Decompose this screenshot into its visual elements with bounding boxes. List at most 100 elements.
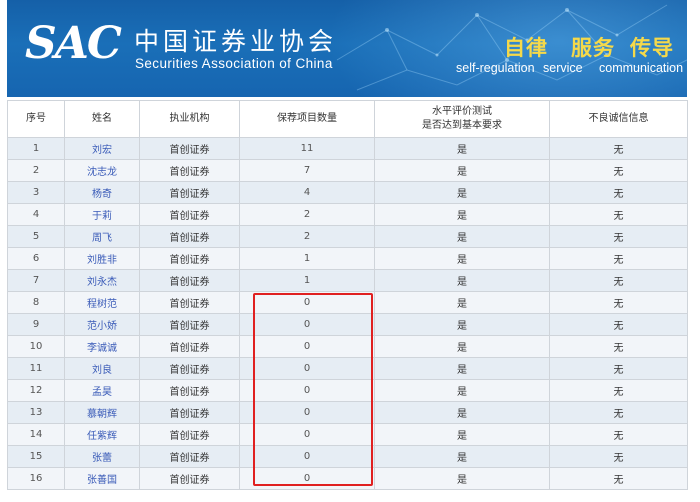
row-institution: 首创证券 bbox=[139, 379, 240, 402]
table-row: 13 慕朝辉 首创证券 0 是无 bbox=[7, 401, 688, 424]
row-level-test: 是 bbox=[374, 137, 550, 160]
row-sponsor-count: 0 bbox=[239, 379, 375, 402]
row-sponsor-count: 0 bbox=[239, 335, 375, 358]
row-level-test: 是 bbox=[374, 269, 550, 292]
row-name-link[interactable]: 杨奇 bbox=[64, 181, 140, 204]
row-name-link[interactable]: 沈志龙 bbox=[64, 159, 140, 182]
row-name-link[interactable]: 程树范 bbox=[64, 291, 140, 314]
slogan-communication-en: communication bbox=[599, 61, 684, 75]
row-index: 13 bbox=[7, 401, 65, 424]
table-row: 9 范小娇 首创证券 0 是无 bbox=[7, 313, 688, 336]
row-integrity: 无 bbox=[549, 137, 688, 160]
row-name-link[interactable]: 张蕾 bbox=[64, 445, 140, 468]
row-index: 2 bbox=[7, 159, 65, 182]
table-row: 14 任紫辉 首创证券 0 是无 bbox=[7, 423, 688, 446]
row-name-link[interactable]: 张善国 bbox=[64, 467, 140, 490]
table-header-row: 序号 姓名 执业机构 保荐项目数量 水平评价测试 是否达到基本要求 不良诚信信息 bbox=[7, 100, 688, 138]
table-row: 12 孟昊 首创证券 0 是无 bbox=[7, 379, 688, 402]
row-name-link[interactable]: 刘宏 bbox=[64, 137, 140, 160]
sponsor-table: 序号 姓名 执业机构 保荐项目数量 水平评价测试 是否达到基本要求 不良诚信信息… bbox=[7, 100, 688, 490]
row-index: 16 bbox=[7, 467, 65, 490]
row-index: 3 bbox=[7, 181, 65, 204]
row-integrity: 无 bbox=[549, 181, 688, 204]
row-institution: 首创证券 bbox=[139, 357, 240, 380]
header-institution: 执业机构 bbox=[139, 100, 240, 138]
row-institution: 首创证券 bbox=[139, 159, 240, 182]
table-row: 16 张善国 首创证券 0 是无 bbox=[7, 467, 688, 490]
row-level-test: 是 bbox=[374, 247, 550, 270]
row-sponsor-count: 0 bbox=[239, 357, 375, 380]
row-name-link[interactable]: 李诚诚 bbox=[64, 335, 140, 358]
row-index: 4 bbox=[7, 203, 65, 226]
row-name-link[interactable]: 孟昊 bbox=[64, 379, 140, 402]
row-institution: 首创证券 bbox=[139, 401, 240, 424]
row-sponsor-count: 1 bbox=[239, 269, 375, 292]
row-name-link[interactable]: 任紫辉 bbox=[64, 423, 140, 446]
header-sponsor-count: 保荐项目数量 bbox=[239, 100, 375, 138]
table-row: 15 张蕾 首创证券 0 是无 bbox=[7, 445, 688, 468]
row-integrity: 无 bbox=[549, 379, 688, 402]
slogan-communication-cn: 传导 bbox=[630, 36, 674, 60]
table-row: 11 刘良 首创证券 0 是无 bbox=[7, 357, 688, 380]
row-integrity: 无 bbox=[549, 401, 688, 424]
row-institution: 首创证券 bbox=[139, 247, 240, 270]
row-sponsor-count: 2 bbox=[239, 203, 375, 226]
header-index: 序号 bbox=[7, 100, 65, 138]
row-level-test: 是 bbox=[374, 225, 550, 248]
row-sponsor-count: 0 bbox=[239, 423, 375, 446]
row-level-test: 是 bbox=[374, 291, 550, 314]
slogan-service-en: service bbox=[543, 61, 583, 75]
row-level-test: 是 bbox=[374, 203, 550, 226]
header-integrity: 不良诚信信息 bbox=[549, 100, 688, 138]
row-integrity: 无 bbox=[549, 203, 688, 226]
row-name-link[interactable]: 周飞 bbox=[64, 225, 140, 248]
row-sponsor-count: 7 bbox=[239, 159, 375, 182]
org-name-en: Securities Association of China bbox=[135, 56, 333, 71]
row-sponsor-count: 0 bbox=[239, 445, 375, 468]
row-name-link[interactable]: 刘良 bbox=[64, 357, 140, 380]
row-level-test: 是 bbox=[374, 379, 550, 402]
row-index: 10 bbox=[7, 335, 65, 358]
row-index: 1 bbox=[7, 137, 65, 160]
row-name-link[interactable]: 于莉 bbox=[64, 203, 140, 226]
table-row: 1 刘宏 首创证券 11 是无 bbox=[7, 137, 688, 160]
row-index: 15 bbox=[7, 445, 65, 468]
table-row: 2 沈志龙 首创证券 7 是无 bbox=[7, 159, 688, 182]
row-integrity: 无 bbox=[549, 445, 688, 468]
row-level-test: 是 bbox=[374, 159, 550, 182]
row-sponsor-count: 0 bbox=[239, 467, 375, 490]
row-name-link[interactable]: 刘胜非 bbox=[64, 247, 140, 270]
row-institution: 首创证券 bbox=[139, 467, 240, 490]
table-row: 3 杨奇 首创证券 4 是无 bbox=[7, 181, 688, 204]
row-institution: 首创证券 bbox=[139, 181, 240, 204]
row-institution: 首创证券 bbox=[139, 445, 240, 468]
row-index: 8 bbox=[7, 291, 65, 314]
row-sponsor-count: 11 bbox=[239, 137, 375, 160]
row-name-link[interactable]: 范小娇 bbox=[64, 313, 140, 336]
slogan-self-regulation-cn: 自律 bbox=[504, 36, 548, 60]
row-sponsor-count: 0 bbox=[239, 291, 375, 314]
sac-logo: SAC bbox=[25, 18, 122, 69]
row-integrity: 无 bbox=[549, 291, 688, 314]
table-row: 8 程树范 首创证券 0 是无 bbox=[7, 291, 688, 314]
row-institution: 首创证券 bbox=[139, 291, 240, 314]
row-sponsor-count: 2 bbox=[239, 225, 375, 248]
row-integrity: 无 bbox=[549, 313, 688, 336]
row-name-link[interactable]: 慕朝辉 bbox=[64, 401, 140, 424]
row-sponsor-count: 4 bbox=[239, 181, 375, 204]
row-integrity: 无 bbox=[549, 357, 688, 380]
row-index: 5 bbox=[7, 225, 65, 248]
row-integrity: 无 bbox=[549, 269, 688, 292]
row-index: 12 bbox=[7, 379, 65, 402]
org-name-cn: 中国证券业协会 bbox=[134, 27, 338, 56]
row-institution: 首创证券 bbox=[139, 225, 240, 248]
row-index: 7 bbox=[7, 269, 65, 292]
row-name-link[interactable]: 刘永杰 bbox=[64, 269, 140, 292]
header-level-test: 水平评价测试 是否达到基本要求 bbox=[374, 100, 550, 138]
row-index: 6 bbox=[7, 247, 65, 270]
row-sponsor-count: 0 bbox=[239, 401, 375, 424]
row-institution: 首创证券 bbox=[139, 137, 240, 160]
row-level-test: 是 bbox=[374, 313, 550, 336]
row-integrity: 无 bbox=[549, 335, 688, 358]
row-institution: 首创证券 bbox=[139, 269, 240, 292]
